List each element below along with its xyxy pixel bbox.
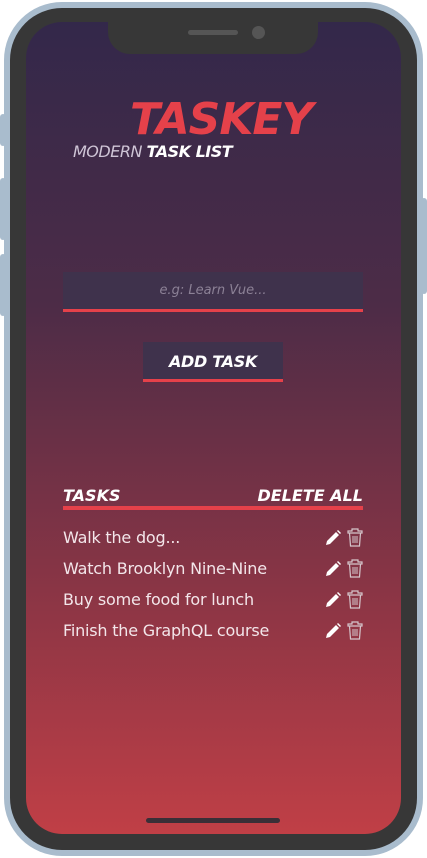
pencil-icon[interactable]	[324, 622, 342, 640]
side-button-volume-up	[0, 178, 6, 240]
app-screen: TASKEY MODERN TASK LIST ADD TASK TASKS D…	[26, 22, 401, 834]
task-text: Buy some food for lunch	[63, 590, 254, 609]
task-text: Walk the dog...	[63, 528, 181, 547]
pencil-icon[interactable]	[324, 529, 342, 547]
trash-icon[interactable]	[347, 559, 363, 578]
side-button-power	[421, 198, 427, 294]
side-button-volume-down	[0, 254, 6, 316]
app-logo: TASKEY	[130, 94, 313, 145]
task-item: Walk the dog...	[63, 524, 363, 552]
add-task-button[interactable]: ADD TASK	[143, 342, 283, 382]
task-item: Buy some food for lunch	[63, 586, 363, 614]
trash-icon[interactable]	[347, 590, 363, 609]
task-item: Watch Brooklyn Nine-Nine	[63, 555, 363, 583]
task-input[interactable]	[63, 272, 363, 312]
front-camera	[252, 26, 265, 39]
subtitle-bold: TASK LIST	[146, 142, 233, 161]
task-list-header: TASKS DELETE ALL	[63, 484, 363, 510]
trash-icon[interactable]	[347, 621, 363, 640]
side-button-mute	[0, 114, 6, 146]
tasks-heading: TASKS	[63, 486, 121, 505]
phone-notch	[108, 22, 318, 54]
task-item: Finish the GraphQL course	[63, 617, 363, 645]
pencil-icon[interactable]	[324, 560, 342, 578]
trash-icon[interactable]	[347, 528, 363, 547]
app-subtitle: MODERN TASK LIST	[73, 142, 233, 161]
speaker-grille	[188, 30, 238, 35]
subtitle-light: MODERN	[73, 142, 142, 161]
task-text: Finish the GraphQL course	[63, 621, 270, 640]
task-text: Watch Brooklyn Nine-Nine	[63, 559, 267, 578]
home-indicator[interactable]	[146, 818, 280, 823]
delete-all-button[interactable]: DELETE ALL	[257, 486, 363, 505]
pencil-icon[interactable]	[324, 591, 342, 609]
